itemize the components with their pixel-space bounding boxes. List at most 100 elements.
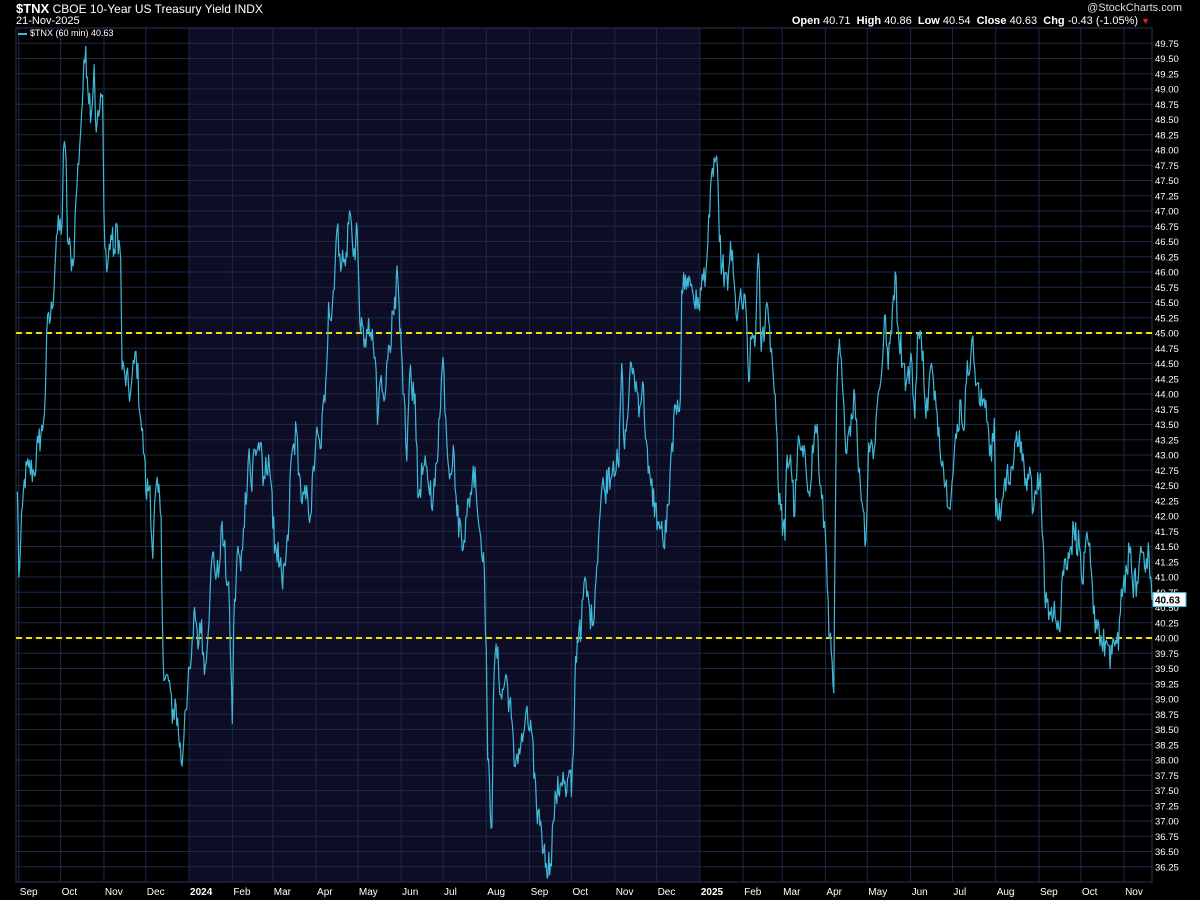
y-tick-label: 47.75	[1155, 161, 1179, 172]
y-tick-label: 41.50	[1155, 542, 1179, 553]
low-value: 40.54	[942, 15, 971, 27]
close-value: 40.63	[1009, 15, 1038, 27]
y-tick-label: 40.00	[1155, 634, 1179, 645]
x-tick-label: Nov	[616, 887, 634, 898]
x-tick-label: May	[868, 887, 887, 898]
x-tick-label: May	[359, 887, 378, 898]
y-tick-label: 44.25	[1155, 374, 1179, 385]
x-tick-label: Oct	[572, 887, 588, 898]
y-tick-label: 43.50	[1155, 420, 1179, 431]
legend-swatch-icon	[18, 32, 27, 35]
y-tick-label: 48.00	[1155, 146, 1179, 157]
y-tick-label: 37.50	[1155, 786, 1179, 797]
y-tick-label: 44.75	[1155, 344, 1179, 355]
y-tick-label: 41.25	[1155, 557, 1179, 568]
y-tick-label: 38.50	[1155, 725, 1179, 736]
y-tick-label: 46.00	[1155, 268, 1179, 279]
y-tick-label: 42.00	[1155, 512, 1179, 523]
y-tick-label: 39.75	[1155, 649, 1179, 660]
chg-value: -0.43 (-1.05%)	[1067, 15, 1139, 27]
y-tick-label: 37.75	[1155, 771, 1179, 782]
low-label: Low	[917, 15, 940, 27]
x-tick-label: Jul	[953, 887, 966, 898]
x-tick-label: Dec	[147, 887, 165, 898]
y-tick-label: 37.25	[1155, 801, 1179, 812]
x-tick-label: Oct	[1082, 887, 1098, 898]
y-tick-label: 42.75	[1155, 466, 1179, 477]
x-tick-label: Sep	[20, 887, 38, 898]
y-tick-label: 46.50	[1155, 237, 1179, 248]
y-tick-label: 43.25	[1155, 435, 1179, 446]
x-tick-label: Nov	[1125, 887, 1143, 898]
y-tick-label: 47.25	[1155, 191, 1179, 202]
series-legend: $TNX (60 min) 40.63	[18, 28, 114, 39]
x-tick-label: 2025	[701, 887, 724, 898]
y-tick-label: 46.75	[1155, 222, 1179, 233]
y-tick-label: 41.75	[1155, 527, 1179, 538]
instrument-name: CBOE 10-Year US Treasury Yield	[52, 2, 231, 16]
ohlc-readout: Open 40.71 High 40.86 Low 40.54 Close 40…	[792, 15, 1150, 27]
x-tick-label: Nov	[105, 887, 123, 898]
y-tick-label: 49.75	[1155, 39, 1179, 50]
y-tick-label: 39.00	[1155, 695, 1179, 706]
y-tick-label: 44.50	[1155, 359, 1179, 370]
x-tick-label: Sep	[1040, 887, 1058, 898]
x-tick-label: Jun	[912, 887, 928, 898]
x-tick-label: Apr	[826, 887, 842, 898]
symbol-label: $TNX	[16, 1, 50, 16]
title-line: $TNX CBOE 10-Year US Treasury Yield INDX	[16, 1, 263, 17]
y-tick-label: 45.75	[1155, 283, 1179, 294]
y-tick-label: 49.00	[1155, 85, 1179, 96]
y-tick-label: 36.25	[1155, 862, 1179, 873]
x-tick-label: Feb	[233, 887, 251, 898]
y-tick-label: 42.50	[1155, 481, 1179, 492]
open-label: Open	[791, 15, 820, 27]
y-tick-label: 36.75	[1155, 832, 1179, 843]
x-tick-label: Jul	[444, 887, 457, 898]
x-tick-label: Oct	[62, 887, 78, 898]
y-tick-label: 39.25	[1155, 679, 1179, 690]
y-tick-label: 48.50	[1155, 115, 1179, 126]
chart-header: $TNX CBOE 10-Year US Treasury Yield INDX…	[0, 0, 1200, 28]
y-tick-label: 45.00	[1155, 329, 1179, 340]
x-tick-label: Mar	[274, 887, 292, 898]
x-tick-label: Feb	[744, 887, 762, 898]
y-tick-label: 49.50	[1155, 54, 1179, 65]
y-tick-label: 47.50	[1155, 176, 1179, 187]
stockcharts-watermark: @StockCharts.com	[1087, 2, 1182, 14]
x-tick-label: Sep	[531, 887, 549, 898]
open-value: 40.71	[823, 15, 851, 27]
y-tick-label: 43.00	[1155, 451, 1179, 462]
x-tick-label: Aug	[997, 887, 1015, 898]
y-tick-label: 38.25	[1155, 740, 1179, 751]
high-value: 40.86	[884, 15, 912, 27]
y-tick-label: 48.75	[1155, 100, 1179, 111]
date-label: 21-Nov-2025	[16, 15, 80, 27]
chg-label: Chg	[1043, 15, 1065, 27]
y-tick-label: 45.25	[1155, 313, 1179, 324]
y-tick-label: 44.00	[1155, 390, 1179, 401]
x-tick-label: Aug	[487, 887, 505, 898]
y-tick-label: 43.75	[1155, 405, 1179, 416]
y-tick-label: 41.00	[1155, 573, 1179, 584]
exchange-label: INDX	[234, 2, 263, 16]
y-tick-label: 38.00	[1155, 756, 1179, 767]
legend-label: $TNX (60 min) 40.63	[30, 28, 114, 38]
y-tick-label: 38.75	[1155, 710, 1179, 721]
y-tick-label: 46.25	[1155, 252, 1179, 263]
down-arrow-icon: ▼	[1141, 16, 1150, 26]
price-chart[interactable]: 49.75 49.50 49.25 49.00 48.75 48.50 48.25 48.00…	[0, 0, 1200, 900]
x-tick-label: 2024	[190, 887, 213, 898]
y-tick-label: 40.25	[1155, 618, 1179, 629]
y-tick-label: 48.25	[1155, 130, 1179, 141]
x-tick-label: Jun	[402, 887, 418, 898]
high-label: High	[856, 15, 882, 27]
y-tick-label: 49.25	[1155, 69, 1179, 80]
close-label: Close	[976, 15, 1007, 27]
y-tick-label: 45.50	[1155, 298, 1179, 309]
y-tick-label: 36.50	[1155, 847, 1179, 858]
y-tick-label: 37.00	[1155, 817, 1179, 828]
y-tick-label: 47.00	[1155, 207, 1179, 218]
last-value-label: 40.63	[1155, 596, 1180, 607]
y-tick-label: 39.50	[1155, 664, 1179, 675]
